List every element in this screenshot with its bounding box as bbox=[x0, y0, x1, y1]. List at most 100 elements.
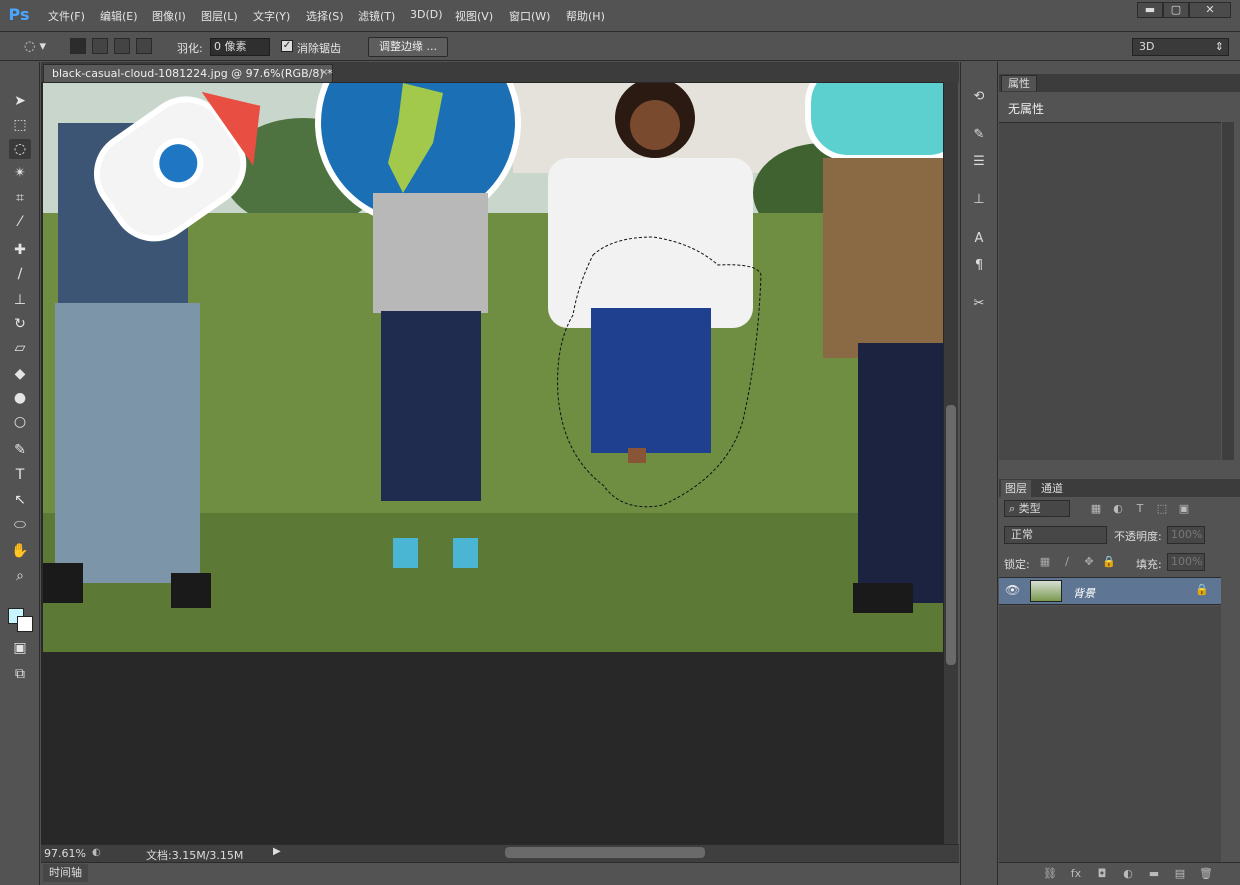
menu-file[interactable]: 文件(F) bbox=[48, 8, 85, 24]
workspace-select[interactable]: 3D ⇕ bbox=[1132, 38, 1229, 56]
timeline-bar bbox=[41, 862, 959, 885]
new-selection-icon[interactable] bbox=[70, 38, 86, 54]
menu-image[interactable]: 图像(I) bbox=[152, 8, 186, 24]
character-panel-icon[interactable]: A bbox=[969, 229, 989, 249]
brush-presets-icon[interactable]: ☰ bbox=[969, 152, 989, 172]
no-properties-text: 无属性 bbox=[1008, 102, 1045, 116]
lock-image-icon[interactable]: ∕ bbox=[1059, 554, 1075, 570]
menu-edit[interactable]: 编辑(E) bbox=[100, 8, 138, 24]
antialias-label: 消除锯齿 bbox=[297, 42, 341, 55]
refine-edge-button[interactable]: 调整边缘 ... bbox=[368, 37, 448, 57]
tab-properties[interactable]: 属性 bbox=[1001, 75, 1037, 91]
menu-bar bbox=[0, 0, 1240, 32]
lasso-tool-icon[interactable]: ◌ bbox=[9, 139, 31, 159]
photo-illustration bbox=[43, 83, 943, 652]
tab-close-icon[interactable]: × bbox=[320, 67, 328, 78]
layer-thumbnail bbox=[1030, 580, 1062, 602]
magic-wand-tool-icon[interactable]: ✴ bbox=[9, 163, 31, 183]
layer-name[interactable]: 背景 bbox=[1073, 585, 1095, 601]
paint-bucket-tool-icon[interactable]: ◆ bbox=[9, 364, 31, 384]
hand-tool-icon[interactable]: ✋ bbox=[9, 541, 31, 561]
menu-view[interactable]: 视图(V) bbox=[455, 8, 493, 24]
new-layer-icon[interactable]: ▤ bbox=[1172, 866, 1188, 882]
new-group-icon[interactable]: ▬ bbox=[1146, 866, 1162, 882]
properties-body bbox=[999, 122, 1221, 460]
healing-tool-icon[interactable]: ✚ bbox=[9, 240, 31, 260]
antialias-checkbox[interactable]: ✓ bbox=[281, 40, 293, 52]
filter-adjustment-icon[interactable]: ◐ bbox=[1110, 501, 1126, 517]
timeline-tab[interactable]: 时间轴 bbox=[43, 864, 88, 882]
intersect-selection-icon[interactable] bbox=[136, 38, 152, 54]
history-brush-tool-icon[interactable]: ↻ bbox=[9, 314, 31, 334]
dodge-tool-icon[interactable]: ○ bbox=[9, 412, 31, 432]
clone-source-icon[interactable]: ⊥ bbox=[969, 190, 989, 210]
menu-layer[interactable]: 图层(L) bbox=[201, 8, 238, 24]
menu-select[interactable]: 选择(S) bbox=[306, 8, 344, 24]
status-menu-arrow-icon[interactable]: ▶ bbox=[273, 846, 281, 857]
maximize-button[interactable]: ▢ bbox=[1163, 2, 1189, 18]
history-panel-icon[interactable]: ⟲ bbox=[969, 87, 989, 107]
filter-smart-object-icon[interactable]: ▣ bbox=[1176, 501, 1192, 517]
eraser-tool-icon[interactable]: ▱ bbox=[9, 338, 31, 358]
menu-type[interactable]: 文字(Y) bbox=[253, 8, 290, 24]
pen-tool-icon[interactable]: ✎ bbox=[9, 440, 31, 460]
crop-tool-icon[interactable]: ⌗ bbox=[9, 188, 31, 208]
properties-scrollbar[interactable] bbox=[1222, 122, 1234, 460]
opacity-input[interactable]: 100% bbox=[1167, 526, 1205, 544]
blur-tool-icon[interactable]: ● bbox=[9, 388, 31, 408]
layer-lock-icon: 🔒 bbox=[1195, 583, 1209, 596]
layer-style-icon[interactable]: fx bbox=[1068, 866, 1084, 882]
fill-label: 填充: bbox=[1136, 558, 1162, 571]
brush-panel-icon[interactable]: ✎ bbox=[969, 125, 989, 145]
document-size[interactable]: 文档:3.15M/3.15M bbox=[146, 847, 243, 863]
tab-layers[interactable]: 图层 bbox=[1001, 480, 1031, 497]
tab-channels[interactable]: 通道 bbox=[1035, 480, 1069, 497]
minimize-button[interactable]: ▬ bbox=[1137, 2, 1163, 18]
horizontal-scroll-thumb[interactable] bbox=[505, 847, 705, 858]
layer-filter-select[interactable]: ⌕ 类型 bbox=[1004, 500, 1070, 517]
shape-tool-icon[interactable]: ⬭ bbox=[9, 515, 31, 535]
marquee-tool-icon[interactable]: ⬚ bbox=[9, 115, 31, 135]
feather-input[interactable]: 0 像素 bbox=[210, 38, 270, 56]
link-layers-icon[interactable]: ⛓ bbox=[1042, 866, 1058, 882]
screen-mode-icon[interactable]: ⧉ bbox=[9, 664, 31, 684]
delete-layer-icon[interactable]: 🗑 bbox=[1198, 866, 1214, 882]
fill-input[interactable]: 100% bbox=[1167, 553, 1205, 571]
image-canvas[interactable] bbox=[43, 83, 943, 652]
visibility-eye-icon[interactable]: 👁 bbox=[1005, 583, 1020, 597]
move-tool-icon[interactable]: ➤ bbox=[9, 91, 31, 111]
status-info-icon[interactable]: ◐ bbox=[92, 847, 106, 859]
add-selection-icon[interactable] bbox=[92, 38, 108, 54]
zoom-level[interactable]: 97.61% bbox=[44, 847, 86, 860]
filter-type-icon[interactable]: T bbox=[1132, 501, 1148, 517]
adjustment-layer-icon[interactable]: ◐ bbox=[1120, 866, 1136, 882]
add-mask-icon[interactable]: ◘ bbox=[1094, 866, 1110, 882]
lock-position-icon[interactable]: ✥ bbox=[1081, 554, 1097, 570]
tool-presets-icon[interactable]: ✂ bbox=[969, 294, 989, 314]
lock-all-icon[interactable]: 🔒 bbox=[1101, 554, 1117, 570]
close-button[interactable]: ✕ bbox=[1189, 2, 1231, 18]
eyedropper-tool-icon[interactable]: ⁄ bbox=[9, 212, 31, 232]
lock-transparent-icon[interactable]: ▦ bbox=[1037, 554, 1053, 570]
type-tool-icon[interactable]: T bbox=[9, 465, 31, 485]
brush-tool-icon[interactable]: ∕ bbox=[9, 264, 31, 284]
menu-help[interactable]: 帮助(H) bbox=[566, 8, 605, 24]
paragraph-panel-icon[interactable]: ¶ bbox=[969, 256, 989, 276]
layers-list bbox=[999, 606, 1221, 862]
panel-icon-strip bbox=[960, 62, 998, 885]
background-color-swatch[interactable] bbox=[17, 616, 33, 632]
menu-window[interactable]: 窗口(W) bbox=[509, 8, 550, 24]
blend-mode-select[interactable]: 正常 bbox=[1004, 526, 1107, 544]
lasso-preset-icon[interactable]: ◌ ▾ bbox=[24, 38, 60, 56]
stamp-tool-icon[interactable]: ⊥ bbox=[9, 290, 31, 310]
filter-pixel-icon[interactable]: ▦ bbox=[1088, 501, 1104, 517]
menu-3d[interactable]: 3D(D) bbox=[410, 8, 443, 21]
path-select-tool-icon[interactable]: ↖ bbox=[9, 490, 31, 510]
quick-mask-icon[interactable]: ▣ bbox=[9, 638, 31, 658]
menu-filter[interactable]: 滤镜(T) bbox=[358, 8, 395, 24]
filter-shape-icon[interactable]: ⬚ bbox=[1154, 501, 1170, 517]
vertical-scroll-thumb[interactable] bbox=[946, 405, 956, 665]
subtract-selection-icon[interactable] bbox=[114, 38, 130, 54]
document-tab[interactable]: black-casual-cloud-1081224.jpg @ 97.6%(R… bbox=[43, 64, 333, 82]
zoom-tool-icon[interactable]: ⌕ bbox=[9, 566, 31, 586]
